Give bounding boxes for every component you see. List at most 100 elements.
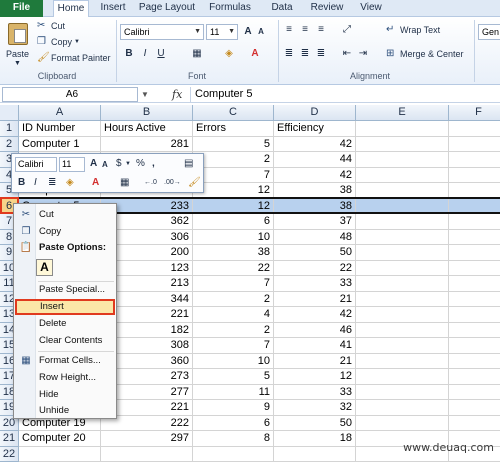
tab-insert[interactable]: Insert	[97, 0, 129, 17]
cell-a2[interactable]: Computer 1	[19, 136, 101, 152]
menu-item-row-height[interactable]: Row Height...	[14, 370, 116, 386]
cell-d8[interactable]: 48	[274, 229, 356, 245]
cell-f1[interactable]	[449, 121, 500, 137]
cell-f18[interactable]	[449, 385, 500, 400]
cell-c4[interactable]: 7	[193, 167, 274, 183]
cell-d19[interactable]: 32	[274, 400, 356, 416]
cell-b1[interactable]: Hours Active	[101, 121, 193, 137]
cell-f7[interactable]	[449, 214, 500, 230]
cell-f2[interactable]	[449, 137, 500, 152]
shrink-font-icon[interactable]: A	[102, 158, 108, 172]
cell-f11[interactable]	[449, 276, 500, 292]
cell-d3[interactable]: 44	[274, 152, 356, 168]
percent-button[interactable]: %	[136, 157, 145, 171]
menu-item-hide[interactable]: Hide	[14, 387, 116, 403]
comma-button[interactable]: ,	[152, 157, 155, 171]
cell-f3[interactable]	[449, 152, 500, 168]
menu-item-delete[interactable]: Delete	[14, 316, 116, 332]
row-header-2[interactable]: 2	[0, 136, 19, 152]
fill-color-icon[interactable]: ◈	[66, 176, 74, 190]
cell-c14[interactable]: 2	[193, 322, 274, 338]
copy-button[interactable]: ❐ Copy ▼	[36, 36, 82, 49]
format-painter-icon[interactable]: ▤	[184, 157, 193, 171]
row-header-22[interactable]: 22	[0, 446, 19, 462]
tab-view[interactable]: View	[357, 0, 385, 17]
cell-c9[interactable]: 38	[193, 245, 274, 261]
cell-e1[interactable]	[356, 121, 449, 137]
column-header-a[interactable]: A	[19, 105, 101, 121]
row-header-21[interactable]: 21	[0, 431, 19, 447]
cell-d11[interactable]: 33	[274, 276, 356, 292]
cell-d16[interactable]: 21	[274, 353, 356, 369]
cell-c22[interactable]	[193, 446, 274, 462]
grow-font-icon[interactable]: A	[90, 157, 97, 171]
menu-item-unhide[interactable]: Unhide	[14, 403, 116, 419]
cell-a21[interactable]: Computer 20	[19, 431, 101, 447]
cell-b2[interactable]: 281	[101, 136, 193, 152]
cell-c17[interactable]: 5	[193, 369, 274, 385]
cell-c13[interactable]: 4	[193, 307, 274, 323]
paintbrush-icon[interactable]: 🖌	[188, 176, 201, 190]
cell-d10[interactable]: 22	[274, 260, 356, 276]
tab-review[interactable]: Review	[309, 0, 345, 17]
cell-c11[interactable]: 7	[193, 276, 274, 292]
cell-b21[interactable]: 297	[101, 431, 193, 447]
tab-home[interactable]: Home	[53, 0, 89, 18]
cell-f9[interactable]	[449, 245, 500, 261]
align-left-icon[interactable]: ≣	[282, 47, 296, 61]
align-middle-icon[interactable]: ≡	[298, 23, 312, 37]
cell-c12[interactable]: 2	[193, 291, 274, 307]
paste-keep-formatting-button[interactable]: A	[36, 259, 53, 276]
formula-input[interactable]: Computer 5	[190, 87, 496, 102]
cell-e16[interactable]	[356, 353, 449, 369]
cell-f14[interactable]	[449, 323, 500, 338]
merge-center-button[interactable]: ⊞ Merge & Center	[386, 48, 466, 61]
cell-e15[interactable]	[356, 338, 449, 354]
cell-c8[interactable]: 10	[193, 229, 274, 245]
name-box[interactable]: A6	[2, 87, 138, 102]
cell-e19[interactable]	[356, 400, 449, 416]
cell-e18[interactable]	[356, 384, 449, 400]
fill-color-icon[interactable]: ◈	[222, 47, 236, 61]
cell-d21[interactable]: 18	[274, 431, 356, 447]
menu-item-format-cells[interactable]: ▦ Format Cells...	[14, 353, 116, 369]
select-all-corner[interactable]	[0, 105, 19, 121]
bold-button[interactable]: B	[18, 176, 25, 190]
align-right-icon[interactable]: ≣	[314, 47, 328, 61]
cell-e7[interactable]	[356, 214, 449, 230]
font-color-icon[interactable]: A	[248, 47, 262, 61]
menu-item-cut[interactable]: ✂ Cut	[14, 207, 116, 223]
column-header-f[interactable]: F	[449, 105, 500, 121]
italic-button[interactable]: I	[34, 176, 37, 190]
cell-e14[interactable]	[356, 322, 449, 338]
cut-button[interactable]: ✂ Cut	[36, 20, 76, 33]
chevron-down-icon[interactable]: ▼	[141, 87, 149, 102]
cell-d9[interactable]: 50	[274, 245, 356, 261]
currency-button[interactable]: $	[116, 157, 122, 171]
cell-f15[interactable]	[449, 338, 500, 354]
cell-f20[interactable]	[449, 416, 500, 431]
font-name-combo[interactable]: Calibri ▼	[120, 24, 204, 40]
cell-c3[interactable]: 2	[193, 152, 274, 168]
cell-c20[interactable]: 6	[193, 415, 274, 431]
cell-c19[interactable]: 9	[193, 400, 274, 416]
column-header-b[interactable]: B	[101, 105, 193, 121]
align-top-icon[interactable]: ≡	[282, 23, 296, 37]
cell-c16[interactable]: 10	[193, 353, 274, 369]
borders-icon[interactable]: ▦	[120, 176, 129, 190]
cell-d7[interactable]: 37	[274, 214, 356, 230]
cell-d1[interactable]: Efficiency	[274, 121, 356, 137]
wrap-text-button[interactable]: ↵ Wrap Text	[386, 24, 456, 37]
cell-e11[interactable]	[356, 276, 449, 292]
cell-c1[interactable]: Errors	[193, 121, 274, 137]
font-size-combo[interactable]: 11 ▼	[206, 24, 238, 40]
align-bottom-icon[interactable]: ≡	[314, 23, 328, 37]
cell-f8[interactable]	[449, 230, 500, 245]
cell-b22[interactable]	[101, 446, 193, 462]
cell-e10[interactable]	[356, 260, 449, 276]
column-header-e[interactable]: E	[356, 105, 449, 121]
cell-d17[interactable]: 12	[274, 369, 356, 385]
row-header-1[interactable]: 1	[0, 121, 19, 137]
column-header-d[interactable]: D	[274, 105, 356, 121]
italic-icon[interactable]: I	[138, 47, 152, 61]
